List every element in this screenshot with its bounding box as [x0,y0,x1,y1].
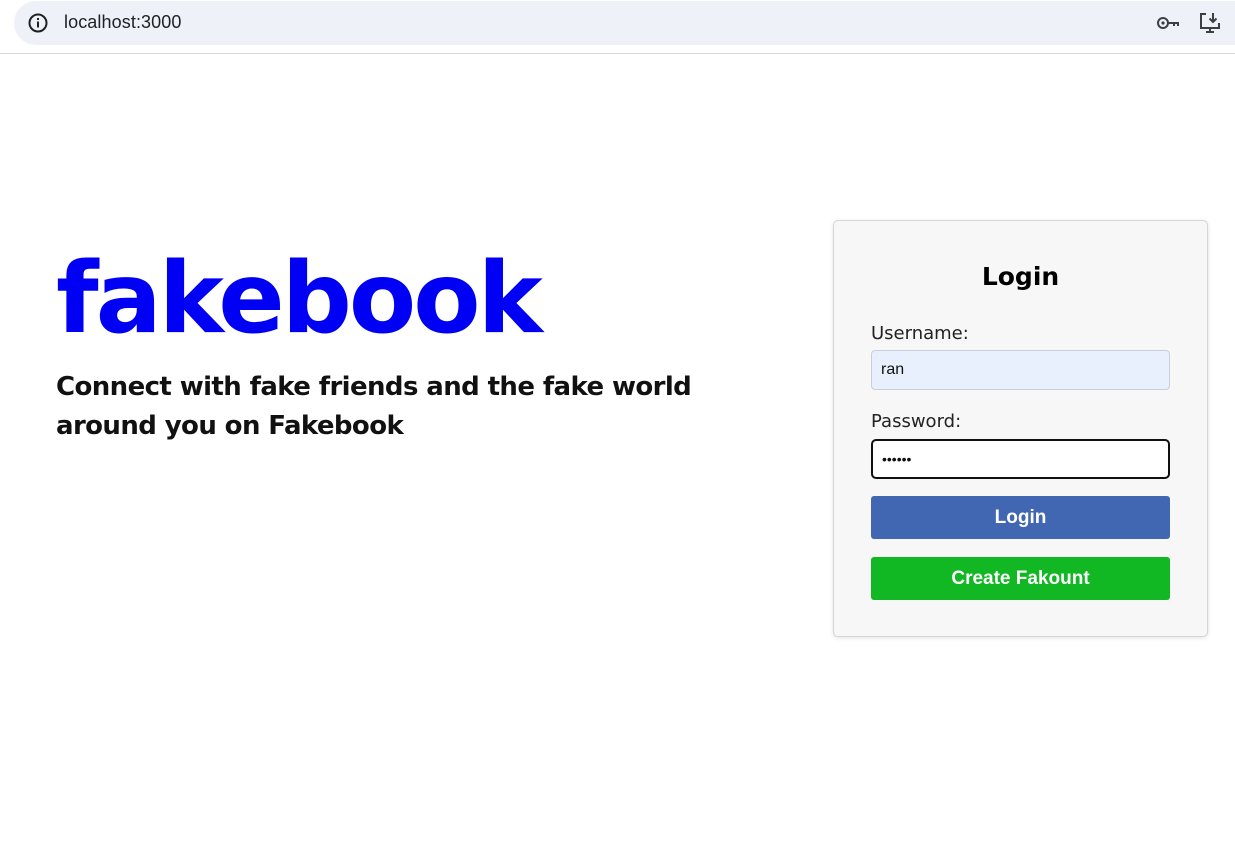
password-input[interactable] [871,439,1170,479]
install-app-icon[interactable] [1197,10,1223,36]
tagline: Connect with fake friends and the fake w… [56,372,692,441]
browser-toolbar: localhost:3000 [0,0,1235,54]
address-bar[interactable]: localhost:3000 [14,1,1235,45]
login-title: Login [981,262,1060,291]
create-account-button[interactable]: Create Fakount [871,557,1170,600]
key-icon[interactable] [1155,10,1181,36]
username-input[interactable] [871,350,1170,390]
password-label: Password: [871,411,962,432]
brand-logo: fakebook [56,242,543,356]
login-card: Login Username: Password: Login Create F… [833,220,1208,637]
url-text[interactable]: localhost:3000 [64,12,182,33]
username-label: Username: [871,323,969,344]
info-icon[interactable] [26,11,50,35]
login-button[interactable]: Login [871,496,1170,539]
